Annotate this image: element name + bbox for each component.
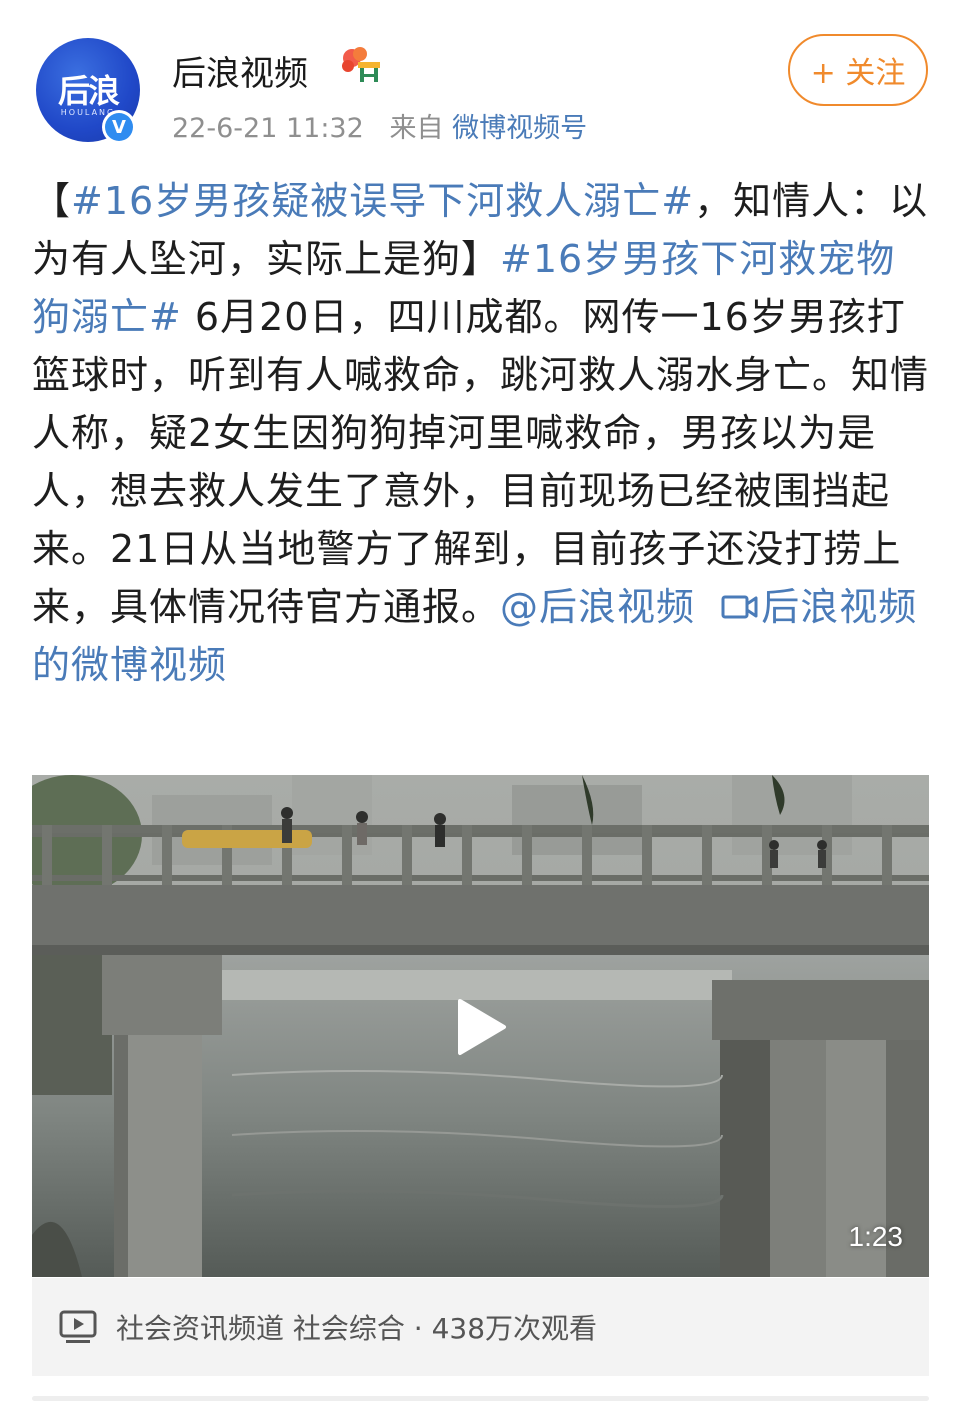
topic-link-1[interactable]: #16岁男孩疑被误导下河救人溺亡# bbox=[71, 179, 694, 223]
post-text: 【#16岁男孩疑被误导下河救人溺亡#，知情人：以为有人坠河，实际上是狗】#16岁… bbox=[32, 172, 932, 694]
video-channel-info: 社会资讯频道 社会综合 · 438万次观看 bbox=[116, 1312, 598, 1345]
video-camera-icon bbox=[721, 595, 758, 619]
open-bracket: 【 bbox=[32, 179, 72, 223]
video-channel-bar[interactable]: 社会资讯频道 社会综合 · 438万次观看 bbox=[32, 1278, 929, 1376]
post-source-link[interactable]: 微博视频号 bbox=[452, 113, 587, 144]
post-meta: 22-6-21 11:32 来自 微博视频号 bbox=[172, 106, 587, 145]
video-channel-icon bbox=[59, 1310, 97, 1343]
source-prefix: 来自 bbox=[389, 113, 444, 144]
verified-badge-icon: V bbox=[102, 110, 136, 144]
video-player[interactable]: 1:23 bbox=[32, 775, 929, 1277]
footer-divider bbox=[32, 1396, 929, 1401]
post-text-part-2: 6月20日，四川成都。网传一16岁男孩打篮球时，听到有人喊救命，跳河救人溺水身亡… bbox=[32, 295, 930, 629]
follow-button[interactable]: + 关注 bbox=[788, 34, 928, 106]
verified-mark: V bbox=[105, 113, 133, 141]
mention-link[interactable]: @后浪视频 bbox=[500, 585, 695, 629]
video-duration: 1:23 bbox=[848, 1221, 904, 1252]
post-header: 后浪 HOULANG V 后浪视频 22-6-21 11:32 来自 微博视频号… bbox=[0, 0, 960, 160]
flower-stand-icon bbox=[342, 47, 380, 82]
author-name[interactable]: 后浪视频 bbox=[172, 46, 308, 95]
post-timestamp: 22-6-21 11:32 bbox=[172, 113, 364, 144]
play-icon[interactable] bbox=[450, 997, 510, 1057]
avatar-logo-text: 后浪 bbox=[57, 72, 120, 110]
